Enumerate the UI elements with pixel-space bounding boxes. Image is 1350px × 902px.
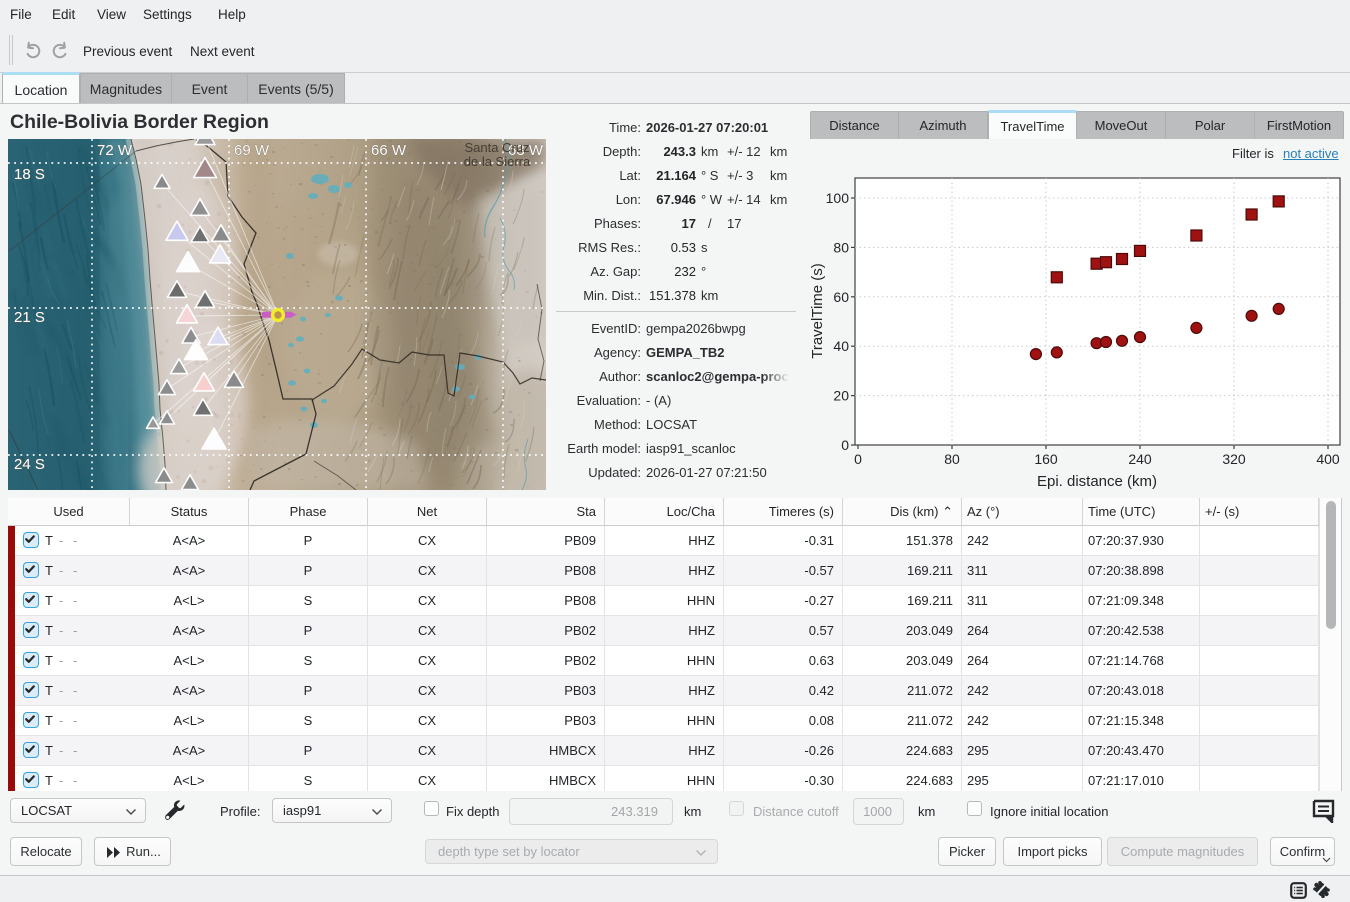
svg-text:0: 0 xyxy=(854,451,862,467)
svg-text:69 W: 69 W xyxy=(234,142,270,159)
svg-text:80: 80 xyxy=(944,451,960,467)
svg-text:60: 60 xyxy=(833,289,849,305)
svg-text:0: 0 xyxy=(841,437,849,453)
svg-text:160: 160 xyxy=(1034,451,1058,467)
svg-text:72 W: 72 W xyxy=(97,142,133,159)
svg-text:320: 320 xyxy=(1222,451,1246,467)
svg-text:21 S: 21 S xyxy=(14,309,45,326)
svg-text:18 S: 18 S xyxy=(14,166,45,183)
svg-text:24 S: 24 S xyxy=(14,456,45,473)
svg-text:de la Sierra: de la Sierra xyxy=(464,154,531,169)
svg-text:20: 20 xyxy=(833,388,849,404)
svg-text:Epi. distance (km): Epi. distance (km) xyxy=(1037,473,1157,490)
svg-text:40: 40 xyxy=(833,338,849,354)
svg-text:400: 400 xyxy=(1316,451,1340,467)
svg-text:TravelTime (s): TravelTime (s) xyxy=(809,263,826,359)
svg-text:80: 80 xyxy=(833,239,849,255)
svg-text:240: 240 xyxy=(1128,451,1152,467)
svg-text:Santa Cruz: Santa Cruz xyxy=(464,140,529,155)
svg-text:100: 100 xyxy=(826,190,850,206)
svg-text:66 W: 66 W xyxy=(371,142,407,159)
